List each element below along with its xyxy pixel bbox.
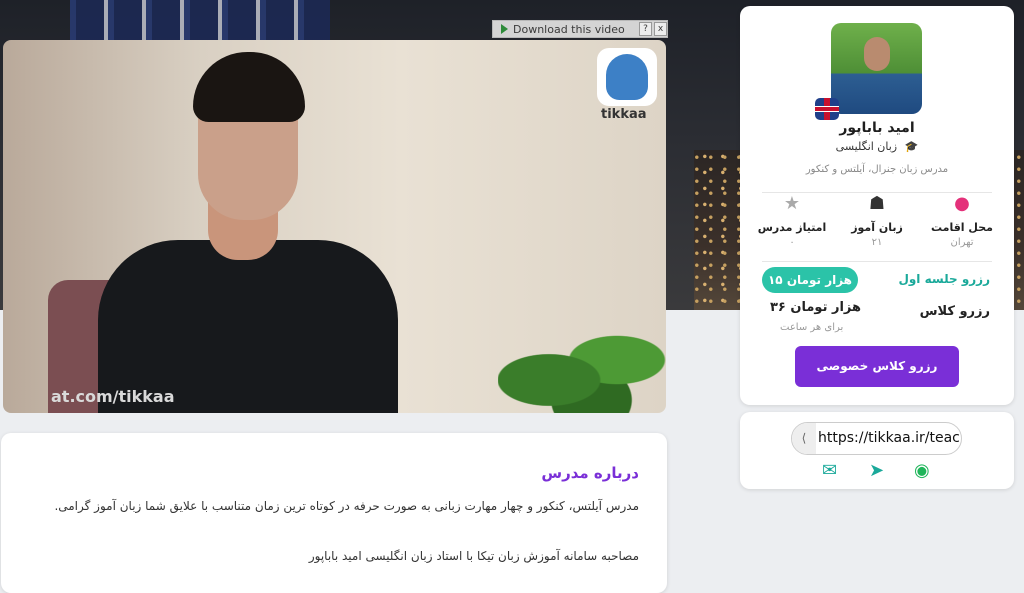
- avatar-face: [864, 37, 890, 71]
- about-teacher-card: درباره مدرس مدرس آیلتس، کنکور و چهار مها…: [1, 433, 667, 593]
- stat-rating-value: ۰: [789, 237, 795, 248]
- video-person-hair: [193, 52, 305, 122]
- graduation-cap-icon: 🎓: [904, 140, 919, 153]
- class-price: ۳۶ هزار تومان: [770, 300, 862, 315]
- help-icon[interactable]: ?: [639, 22, 652, 36]
- about-text: مدرس آیلتس، کنکور و چهار مهارت زبانی به …: [54, 499, 639, 513]
- hero-window-decoration: [70, 0, 330, 40]
- uk-flag-icon: [815, 98, 839, 120]
- stat-students-title: زبان آموز: [851, 221, 903, 234]
- teacher-language-label: زبان انگلیسی: [835, 140, 898, 153]
- per-hour-note: برای هر ساعت: [780, 322, 844, 333]
- stat-residence-title: محل اقامت: [931, 221, 993, 234]
- teacher-bio: مدرس زبان جنرال، آیلتس و کنکور: [805, 164, 949, 175]
- stat-students-value: ۲۱: [871, 237, 883, 248]
- video-plant: [498, 320, 666, 413]
- divider: [762, 261, 992, 262]
- stat-rating: ★ امتیاز مدرس ۰: [752, 193, 832, 248]
- download-video-bar[interactable]: Download this video ? x: [492, 20, 668, 38]
- telegram-icon[interactable]: ➤: [869, 460, 884, 481]
- share-card: https://tikkaa.ir/teach ⟨ ◉ ➤ ✉: [740, 412, 1014, 489]
- stat-residence-value: تهران: [950, 237, 974, 248]
- teacher-language: زبان انگلیسی 🎓: [740, 140, 1014, 153]
- download-label[interactable]: Download this video: [513, 23, 637, 36]
- teacher-video[interactable]: tikkaa at.com/tikkaa: [3, 40, 666, 413]
- email-icon[interactable]: ✉: [822, 460, 837, 481]
- tikkaa-bird-icon: [606, 54, 648, 100]
- close-icon[interactable]: x: [654, 22, 667, 36]
- share-url-field[interactable]: https://tikkaa.ir/teach: [791, 422, 962, 455]
- location-pin-icon: ●: [954, 193, 970, 214]
- class-booking-label: رزرو کلاس: [919, 304, 990, 319]
- tikkaa-logo-text: tikkaa: [601, 107, 647, 122]
- teacher-name: امید باباپور: [839, 120, 915, 136]
- about-interview-text: مصاحبه سامانه آموزش زبان تیکا با استاد ز…: [308, 549, 639, 563]
- stat-students: ☗ زبان آموز ۲۱: [837, 193, 917, 248]
- play-icon: [501, 24, 508, 34]
- avatar: [831, 23, 922, 114]
- whatsapp-icon[interactable]: ◉: [914, 460, 930, 481]
- book-private-class-button[interactable]: رزرو کلاس خصوصی: [795, 346, 959, 387]
- student-icon: ☗: [868, 193, 886, 214]
- first-session-label: رزرو جلسه اول: [898, 272, 990, 286]
- about-title: درباره مدرس: [541, 464, 639, 482]
- teacher-profile-card: امید باباپور زبان انگلیسی 🎓 مدرس زبان جن…: [740, 6, 1014, 405]
- stat-rating-title: امتیاز مدرس: [757, 221, 827, 234]
- star-icon: ★: [783, 193, 801, 214]
- video-watermark: at.com/tikkaa: [51, 387, 175, 406]
- first-session-price-badge: ۱۵ هزار تومان: [762, 267, 858, 293]
- stat-residence: ● محل اقامت تهران: [922, 193, 1002, 248]
- share-icon[interactable]: ⟨: [792, 423, 816, 454]
